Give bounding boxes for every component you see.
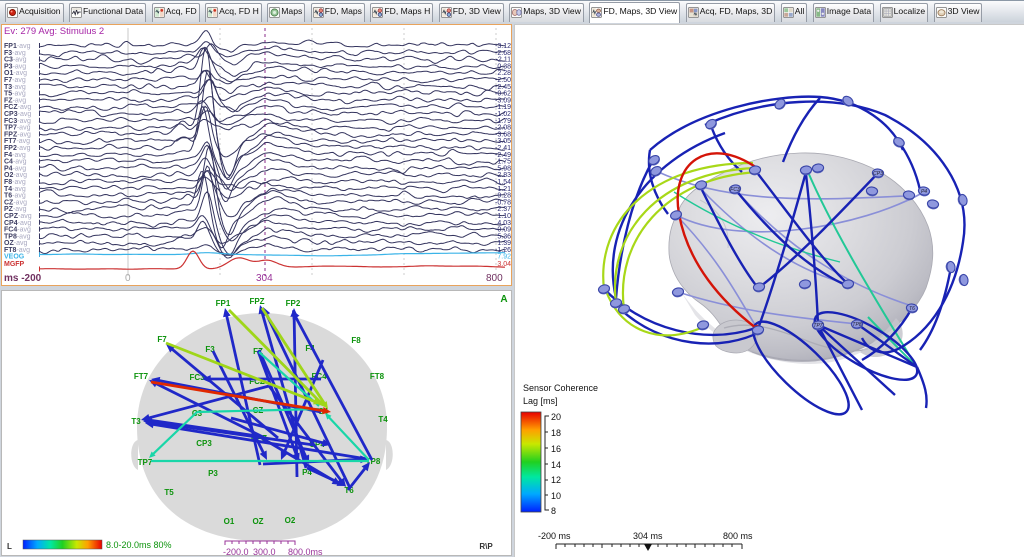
- svg-text:16: 16: [551, 444, 561, 454]
- svg-text:CP3: CP3: [196, 439, 212, 448]
- svg-text:14: 14: [551, 460, 561, 470]
- svg-text:FP1: FP1: [216, 299, 231, 308]
- svg-text:10: 10: [551, 491, 561, 501]
- svg-text:20: 20: [551, 412, 561, 422]
- svg-text:R\P: R\P: [479, 542, 493, 551]
- svg-text:MGFP: MGFP: [4, 261, 25, 268]
- svg-text:F8: F8: [351, 336, 361, 345]
- svg-text:304 ms: 304 ms: [633, 531, 663, 541]
- svg-text:FT8: FT8: [370, 372, 385, 381]
- svg-text:P4: P4: [921, 189, 927, 195]
- svg-text:-200.0: -200.0: [223, 547, 249, 555]
- svg-text:P3: P3: [208, 469, 218, 478]
- svg-text:VEOG: VEOG: [4, 254, 25, 261]
- svg-text:Lag [ms]: Lag [ms]: [523, 396, 558, 406]
- svg-text:800 ms: 800 ms: [723, 531, 753, 541]
- svg-text:800: 800: [486, 273, 503, 284]
- svg-text:TP7: TP7: [813, 323, 822, 329]
- svg-text:T5: T5: [164, 488, 174, 497]
- svg-text:304: 304: [256, 273, 273, 284]
- svg-text:FPZ: FPZ: [249, 297, 264, 306]
- svg-text:0: 0: [125, 273, 131, 284]
- svg-text:T6: T6: [909, 306, 915, 312]
- svg-text:Sensor Coherence: Sensor Coherence: [523, 383, 598, 393]
- svg-text:T4: T4: [378, 415, 388, 424]
- svg-text:300.0: 300.0: [253, 547, 276, 555]
- svg-text:OZ: OZ: [252, 517, 263, 526]
- svg-text:Ev: 279 Avg: Stimulus 2: Ev: 279 Avg: Stimulus 2: [4, 26, 104, 37]
- svg-text:O1: O1: [224, 517, 235, 526]
- svg-text:3.04: 3.04: [497, 261, 511, 268]
- svg-text:CP3: CP3: [873, 171, 883, 177]
- svg-text:FC3: FC3: [730, 187, 740, 193]
- svg-text:ms -200: ms -200: [4, 273, 42, 284]
- svg-text:7.92: 7.92: [497, 254, 511, 261]
- svg-text:O2: O2: [285, 516, 296, 525]
- svg-text:18: 18: [551, 428, 561, 438]
- svg-text:12: 12: [551, 475, 561, 485]
- svg-text:TP8: TP8: [852, 322, 861, 328]
- svg-text:FP2: FP2: [286, 299, 301, 308]
- svg-text:A: A: [500, 294, 507, 305]
- svg-text:8: 8: [551, 506, 556, 516]
- svg-text:8.0-20.0ms 80%: 8.0-20.0ms 80%: [106, 540, 172, 550]
- svg-text:L: L: [7, 542, 12, 551]
- svg-text:-200 ms: -200 ms: [538, 531, 571, 541]
- svg-text:800.0ms: 800.0ms: [288, 547, 323, 555]
- svg-text:FT7: FT7: [134, 372, 149, 381]
- svg-text:F7: F7: [157, 335, 167, 344]
- svg-text:T3: T3: [131, 417, 141, 426]
- svg-text:TP7: TP7: [138, 458, 153, 467]
